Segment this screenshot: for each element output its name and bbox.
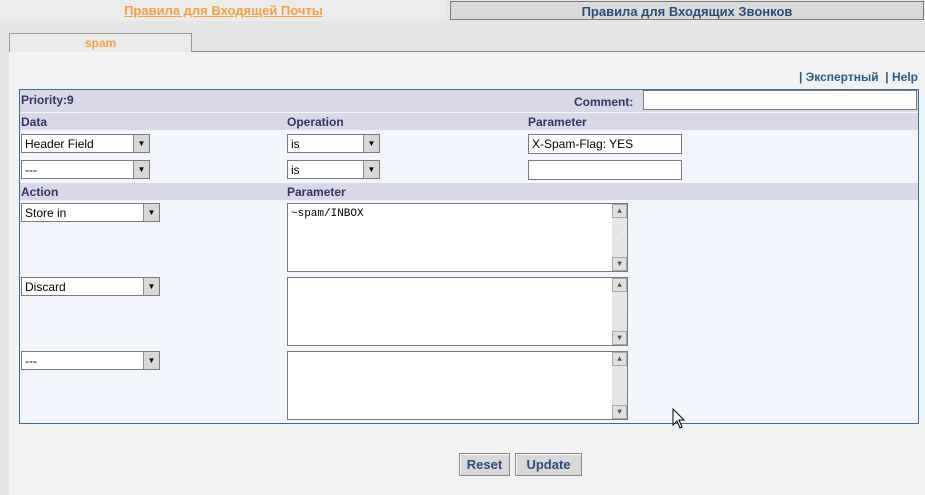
- conditions-header: Data Operation Parameter: [20, 113, 918, 130]
- comment-input[interactable]: [643, 90, 917, 110]
- select-value: ---: [25, 162, 37, 177]
- tab-incoming-calls-label: Правила для Входящих Звонков: [581, 4, 793, 19]
- condition-data-select[interactable]: Header Field ▼: [21, 134, 150, 153]
- scroll-up-icon[interactable]: ▲: [612, 352, 627, 366]
- scrollbar[interactable]: ▲ ▼: [612, 204, 627, 271]
- scroll-up-icon[interactable]: ▲: [612, 204, 627, 218]
- select-value: ---: [25, 353, 37, 368]
- select-value: Discard: [25, 279, 66, 294]
- chevron-down-icon[interactable]: ▼: [133, 135, 149, 152]
- action-select[interactable]: --- ▼: [21, 351, 160, 370]
- scroll-down-icon[interactable]: ▼: [612, 257, 627, 271]
- data-column-header: Data: [21, 115, 48, 129]
- tab-incoming-calls-rules[interactable]: Правила для Входящих Звонков: [450, 1, 924, 20]
- action-parameter-column-header: Parameter: [287, 185, 346, 199]
- action-parameter-textarea[interactable]: ▲ ▼: [287, 351, 628, 420]
- operation-column-header: Operation: [287, 115, 344, 129]
- scroll-down-icon[interactable]: ▼: [612, 331, 627, 345]
- chevron-down-icon[interactable]: ▼: [143, 352, 159, 369]
- select-value: Store in: [25, 205, 67, 220]
- condition-data-select[interactable]: --- ▼: [21, 160, 150, 179]
- action-parameter-textarea[interactable]: ~spam/INBOX ▲ ▼: [287, 203, 628, 272]
- select-value: is: [291, 136, 300, 151]
- scrollbar[interactable]: ▲ ▼: [612, 352, 627, 419]
- scroll-up-icon[interactable]: ▲: [612, 278, 627, 292]
- action-parameter-textarea[interactable]: ▲ ▼: [287, 277, 628, 346]
- scrollbar[interactable]: ▲ ▼: [612, 278, 627, 345]
- expert-link[interactable]: Экспертный: [806, 70, 879, 84]
- condition-parameter-input[interactable]: X-Spam-Flag: YES: [528, 134, 682, 154]
- mode-links: | Экспертный | Help: [799, 70, 918, 84]
- link-separator: |: [799, 70, 803, 84]
- textarea-value: ~spam/INBOX: [291, 208, 364, 220]
- update-button[interactable]: Update: [515, 453, 582, 476]
- action-column-header: Action: [21, 185, 59, 199]
- actions-header: Action Parameter: [20, 183, 918, 200]
- parameter-column-header: Parameter: [528, 115, 587, 129]
- tab-incoming-mail-rules[interactable]: Правила для Входящей Почты: [0, 0, 447, 21]
- condition-operation-select[interactable]: is ▼: [287, 160, 380, 179]
- chevron-down-icon[interactable]: ▼: [133, 161, 149, 178]
- priority-label: Priority:9: [21, 93, 74, 107]
- action-select[interactable]: Store in ▼: [21, 203, 160, 222]
- chevron-down-icon[interactable]: ▼: [143, 204, 159, 221]
- comment-label: Comment:: [574, 95, 634, 109]
- action-select[interactable]: Discard ▼: [21, 277, 160, 296]
- select-value: is: [291, 162, 300, 177]
- select-value: Header Field: [25, 136, 94, 151]
- tab-rule-spam[interactable]: spam: [9, 33, 192, 52]
- reset-button[interactable]: Reset: [459, 453, 510, 476]
- condition-parameter-input[interactable]: [528, 160, 682, 180]
- help-link[interactable]: Help: [892, 70, 918, 84]
- link-separator: |: [885, 70, 889, 84]
- mouse-cursor-icon: [672, 408, 686, 429]
- scroll-down-icon[interactable]: ▼: [612, 405, 627, 419]
- chevron-down-icon[interactable]: ▼: [363, 161, 379, 178]
- chevron-down-icon[interactable]: ▼: [363, 135, 379, 152]
- condition-operation-select[interactable]: is ▼: [287, 134, 380, 153]
- tab-incoming-mail-label[interactable]: Правила для Входящей Почты: [124, 3, 323, 18]
- chevron-down-icon[interactable]: ▼: [143, 278, 159, 295]
